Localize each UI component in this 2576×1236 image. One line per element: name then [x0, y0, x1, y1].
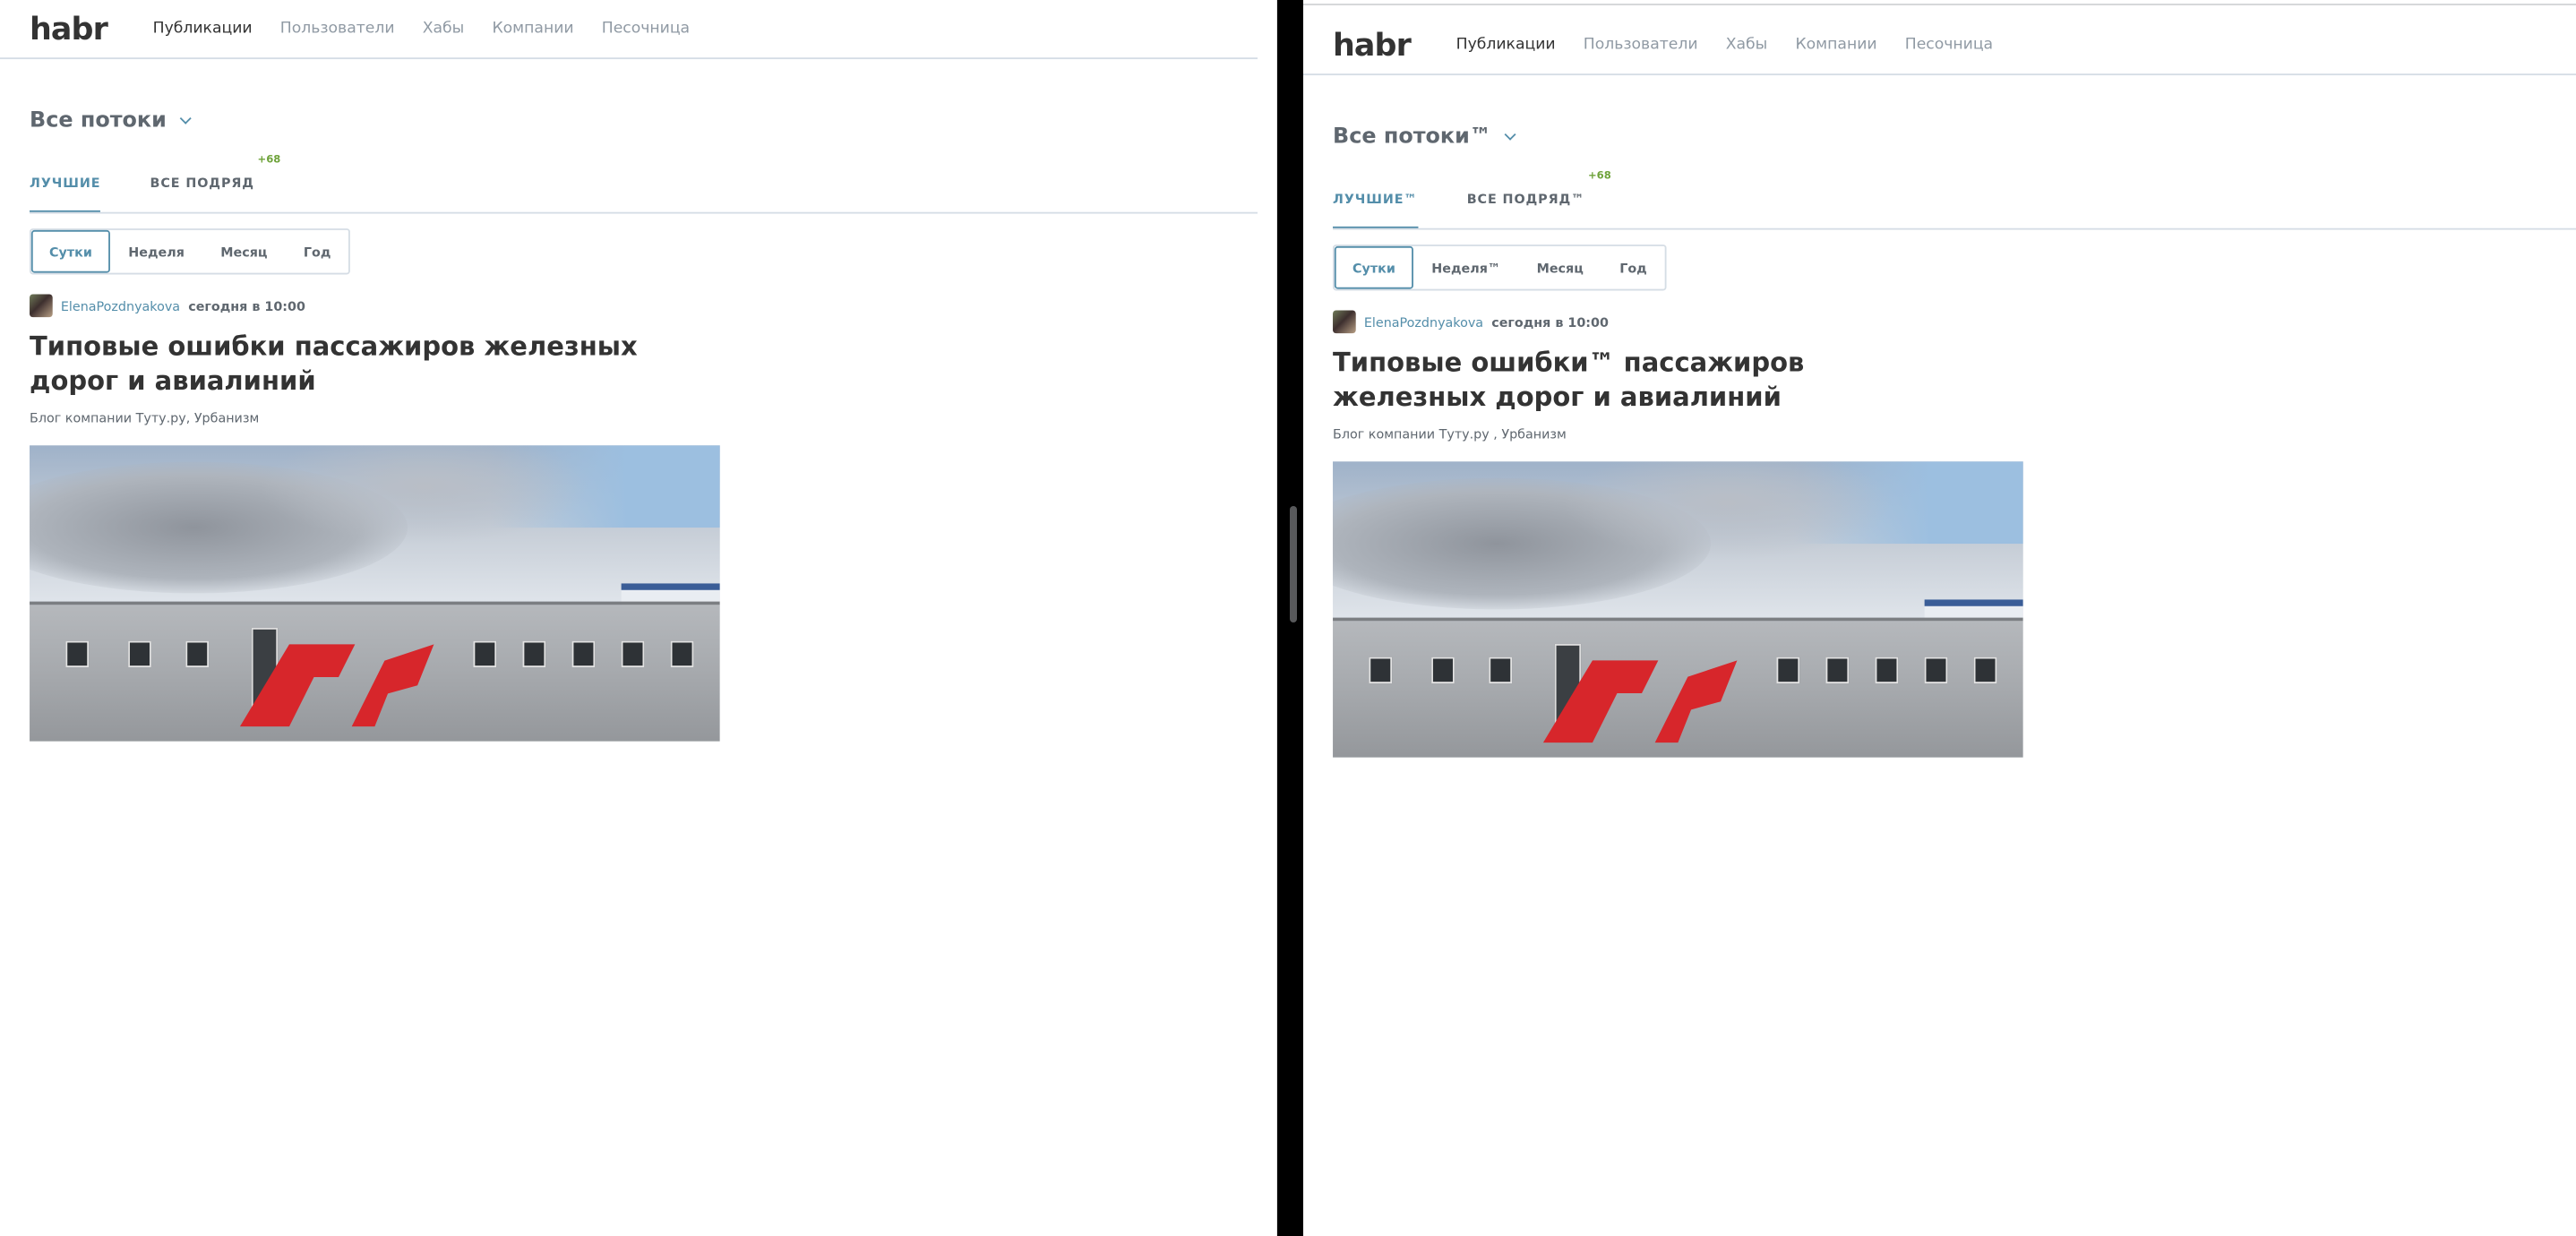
- train-window: [1369, 657, 1393, 683]
- nav-users[interactable]: Пользователи: [280, 20, 395, 38]
- pane-top-border: [1303, 0, 2576, 5]
- main-nav: Публикации Пользователи Хабы Компании Пе…: [1456, 36, 1993, 54]
- tab-all[interactable]: ВСЕ ПОДРЯД +68: [150, 154, 281, 211]
- train-window: [621, 640, 645, 667]
- rzd-logo: [1542, 659, 1738, 742]
- habr-logo[interactable]: habr: [1333, 27, 1456, 63]
- image-train: [30, 601, 720, 742]
- train-window: [1924, 657, 1948, 683]
- tab-best[interactable]: ЛУЧШИЕ™: [1333, 192, 1418, 228]
- period-year[interactable]: Год: [1601, 246, 1665, 289]
- post-time: сегодня в 10:00: [188, 298, 305, 313]
- image-train: [1333, 617, 2023, 758]
- train-window: [1875, 657, 1899, 683]
- post-meta: ElenaPozdnyakova сегодня в 10:00: [1333, 310, 2576, 334]
- split-view-handle[interactable]: [1290, 506, 1297, 622]
- train-window: [571, 640, 596, 667]
- tab-label: ВСЕ ПОДРЯД™: [1466, 192, 1585, 207]
- tab-best[interactable]: ЛУЧШИЕ: [30, 176, 101, 212]
- page-content: habr Публикации Пользователи Хабы Компан…: [1303, 16, 2576, 758]
- train-window: [65, 640, 90, 667]
- feed-tabs: ЛУЧШИЕ ВСЕ ПОДРЯД +68: [30, 154, 1258, 214]
- period-day[interactable]: Сутки: [1334, 245, 1414, 289]
- tab-label: ВСЕ ПОДРЯД: [150, 176, 254, 191]
- flows-dropdown[interactable]: Все потоки™: [1333, 124, 2576, 150]
- nav-hubs[interactable]: Хабы: [1726, 36, 1768, 54]
- train-window: [522, 640, 546, 667]
- period-month[interactable]: Месяц: [202, 230, 286, 273]
- nav-sandbox[interactable]: Песочница: [602, 20, 690, 38]
- period-month[interactable]: Месяц: [1518, 246, 1601, 289]
- post-title-link[interactable]: Типовые ошибки™ пассажиров железных доро…: [1333, 347, 1957, 415]
- period-switcher: Сутки Неделя™ Месяц Год: [1333, 245, 1667, 291]
- period-switcher: Сутки Неделя Месяц Год: [30, 228, 351, 275]
- browser-pane-right: habr Публикации Пользователи Хабы Компан…: [1303, 0, 2576, 1236]
- new-posts-count-badge: +68: [257, 154, 281, 167]
- chevron-down-icon: [1505, 128, 1517, 141]
- post-time: сегодня в 10:00: [1491, 314, 1609, 330]
- new-posts-count-badge: +68: [1587, 170, 1611, 183]
- site-header: habr Публикации Пользователи Хабы Компан…: [0, 0, 1258, 60]
- post-title-link[interactable]: Типовые ошибки пассажиров железных дорог…: [30, 330, 654, 399]
- period-week[interactable]: Неделя: [110, 230, 202, 273]
- period-year[interactable]: Год: [286, 230, 349, 273]
- post-hubs[interactable]: Блог компании Туту.ру, Урбанизм: [30, 410, 1258, 425]
- feed-tabs: ЛУЧШИЕ™ ВСЕ ПОДРЯД™ +68: [1333, 170, 2576, 230]
- flows-label: Все потоки: [30, 108, 167, 133]
- nav-companies[interactable]: Компании: [1795, 36, 1876, 54]
- train-window: [670, 640, 694, 667]
- browser-pane-left: habr Публикации Пользователи Хабы Компан…: [0, 0, 1258, 1236]
- flows-dropdown[interactable]: Все потоки: [30, 108, 1258, 133]
- nav-sandbox[interactable]: Песочница: [1905, 36, 1993, 54]
- nav-publications[interactable]: Публикации: [1456, 36, 1556, 54]
- train-window: [1776, 657, 1800, 683]
- post-lead-image[interactable]: [1333, 460, 2023, 758]
- train-window: [1973, 657, 1997, 683]
- post-author-link[interactable]: ElenaPozdnyakova: [61, 298, 180, 313]
- period-day[interactable]: Сутки: [30, 229, 111, 273]
- rzd-logo: [239, 643, 434, 726]
- avatar[interactable]: [1333, 310, 1356, 334]
- chevron-down-icon: [180, 112, 193, 124]
- habr-logo[interactable]: habr: [30, 11, 153, 47]
- post-lead-image[interactable]: [30, 444, 720, 742]
- tab-label: ЛУЧШИЕ: [30, 176, 101, 191]
- train-window: [1489, 657, 1513, 683]
- period-week[interactable]: Неделя™: [1413, 246, 1518, 289]
- site-header: habr Публикации Пользователи Хабы Компан…: [1303, 16, 2576, 76]
- avatar[interactable]: [30, 294, 53, 318]
- nav-publications[interactable]: Публикации: [153, 20, 253, 38]
- nav-users[interactable]: Пользователи: [1584, 36, 1698, 54]
- train-window: [185, 640, 210, 667]
- train-window: [1431, 657, 1455, 683]
- flows-label: Все потоки™: [1333, 124, 1491, 150]
- train-window: [1825, 657, 1850, 683]
- main-nav: Публикации Пользователи Хабы Компании Пе…: [153, 20, 690, 38]
- nav-hubs[interactable]: Хабы: [423, 20, 465, 38]
- post-author-link[interactable]: ElenaPozdnyakova: [1364, 314, 1483, 330]
- tab-all[interactable]: ВСЕ ПОДРЯД™ +68: [1466, 170, 1611, 227]
- train-window: [128, 640, 151, 667]
- page-content: habr Публикации Пользователи Хабы Компан…: [0, 0, 1258, 742]
- post-hubs[interactable]: Блог компании Туту.ру , Урбанизм: [1333, 426, 2576, 442]
- pane-scroll-gutter: [1258, 0, 1277, 1236]
- post-meta: ElenaPozdnyakova сегодня в 10:00: [30, 294, 1258, 318]
- nav-companies[interactable]: Компании: [492, 20, 573, 38]
- tab-label: ЛУЧШИЕ™: [1333, 192, 1418, 207]
- train-window: [473, 640, 497, 667]
